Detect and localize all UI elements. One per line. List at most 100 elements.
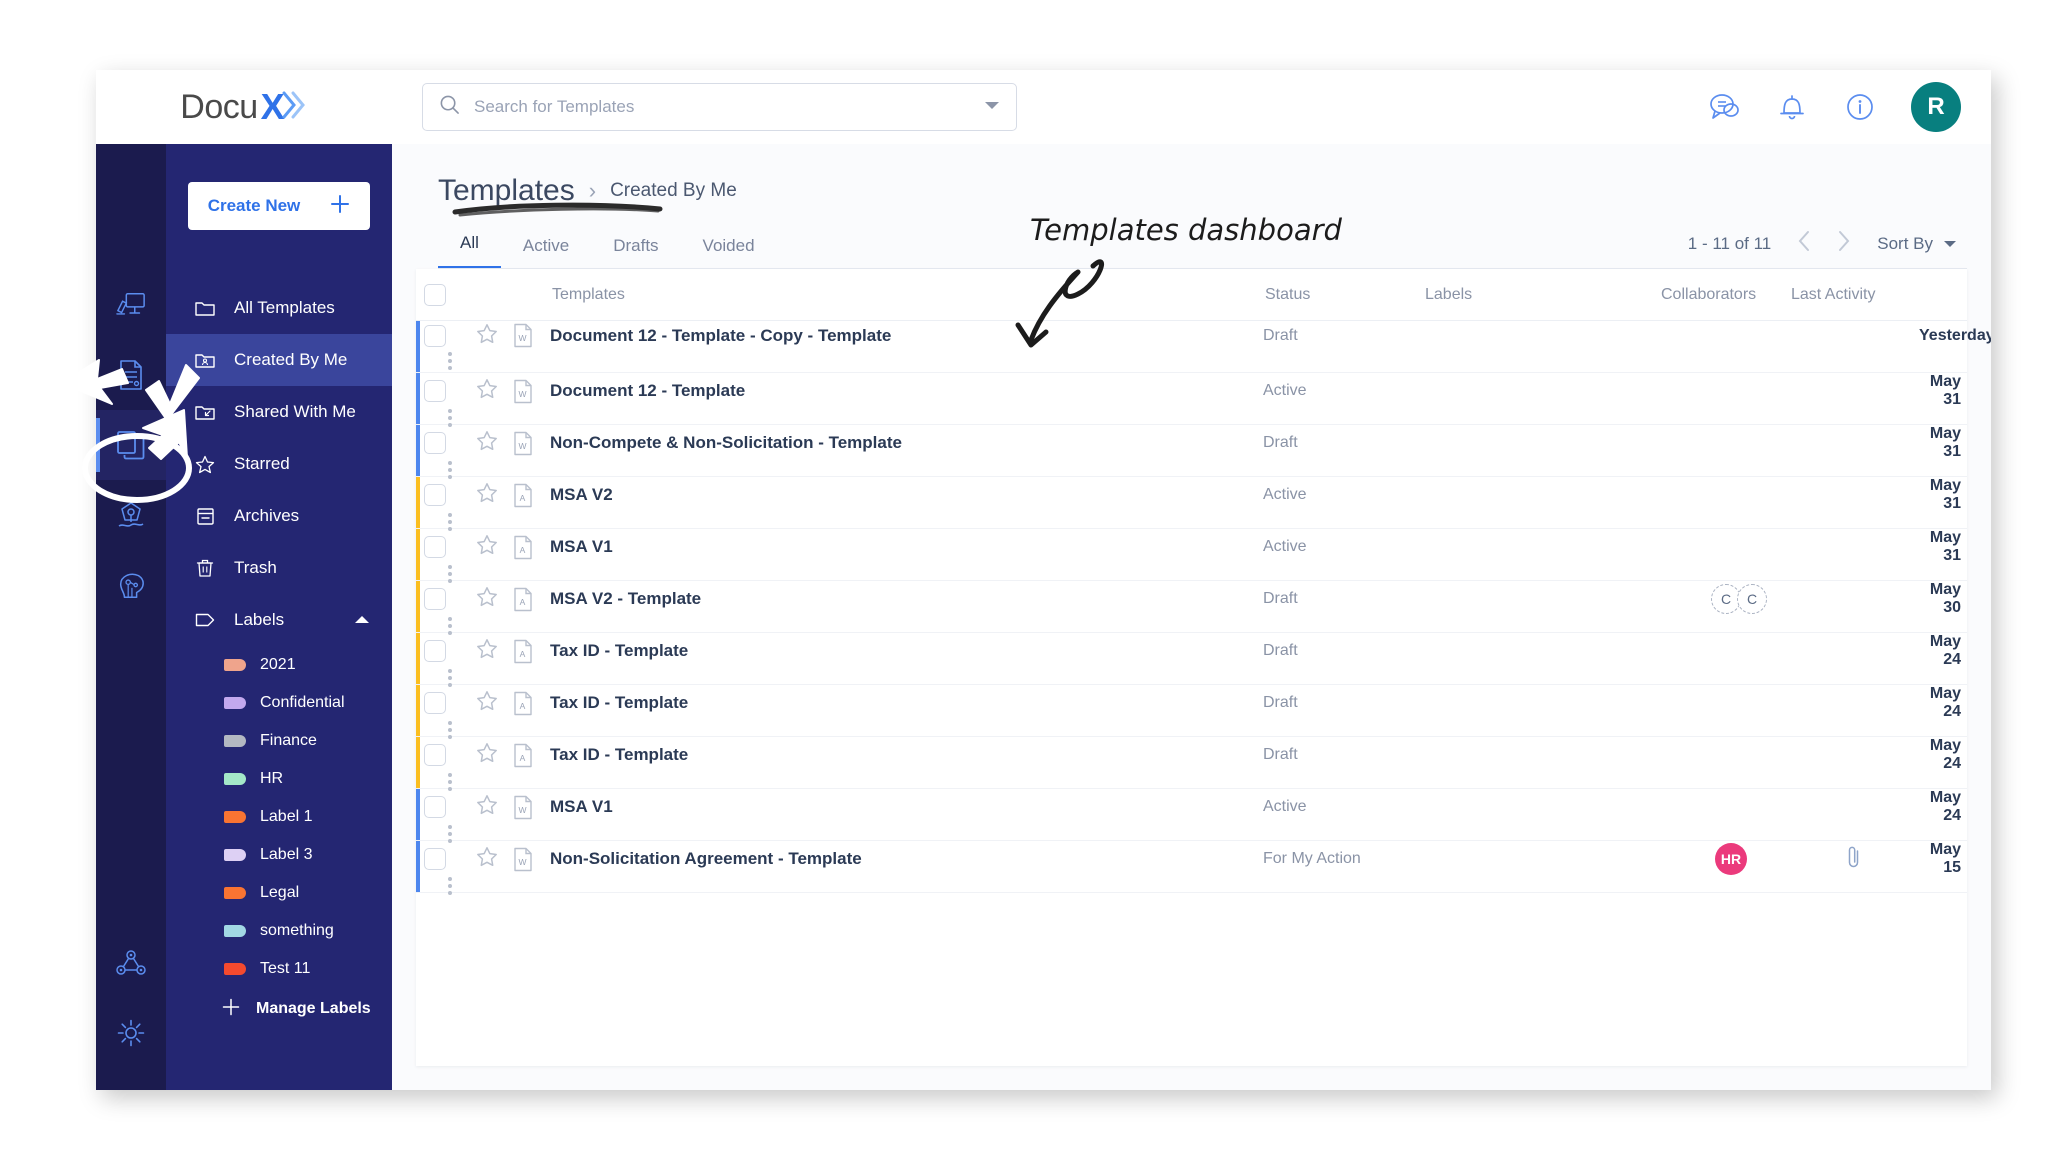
template-name[interactable]: Document 12 - Template - Copy - Template xyxy=(550,326,1263,346)
row-checkbox[interactable] xyxy=(424,796,446,818)
star-icon[interactable] xyxy=(476,534,512,560)
label-item-label-1[interactable]: Label 1 xyxy=(166,798,392,836)
sort-by-label: Sort By xyxy=(1877,233,1933,253)
chevron-up-icon[interactable] xyxy=(354,610,370,630)
star-icon[interactable] xyxy=(476,430,512,456)
table-row[interactable]: A Tax ID - Template Draft May 24 xyxy=(416,737,1967,791)
star-icon[interactable] xyxy=(476,482,512,508)
star-icon[interactable] xyxy=(476,846,512,872)
template-name[interactable]: MSA V2 xyxy=(550,485,1263,505)
sidebar-item-shared-with-me[interactable]: Shared With Me xyxy=(166,386,392,438)
page-title[interactable]: Templates xyxy=(438,174,575,208)
label-item-something[interactable]: something xyxy=(166,912,392,950)
star-icon[interactable] xyxy=(476,690,512,716)
template-name[interactable]: Document 12 - Template xyxy=(550,381,1263,401)
row-checkbox[interactable] xyxy=(424,432,446,454)
tab-voided[interactable]: Voided xyxy=(681,236,777,269)
sidebar-item-archives[interactable]: Archives xyxy=(166,490,392,542)
rail-templates-icon[interactable] xyxy=(96,410,166,480)
template-name[interactable]: Non-Compete & Non-Solicitation - Templat… xyxy=(550,433,1263,453)
template-name[interactable]: Tax ID - Template xyxy=(550,745,1263,765)
table-row[interactable]: A MSA V2 Active May 31 xyxy=(416,477,1967,531)
breadcrumb: Templates › Created By Me xyxy=(416,144,1967,208)
rail-settings-gear-icon[interactable] xyxy=(96,998,166,1068)
tab-drafts[interactable]: Drafts xyxy=(591,236,680,269)
sidebar-label: Labels xyxy=(234,610,285,629)
collaborator-avatar[interactable]: C xyxy=(1737,584,1767,614)
label-item-finance[interactable]: Finance xyxy=(166,722,392,760)
table-row[interactable]: W Document 12 - Template - Copy - Templat… xyxy=(416,321,1991,373)
label-item-2021[interactable]: 2021 xyxy=(166,646,392,684)
star-icon[interactable] xyxy=(476,794,512,820)
row-checkbox[interactable] xyxy=(424,324,446,347)
table-row[interactable]: A Tax ID - Template Draft May 24 xyxy=(416,633,1967,687)
chevron-left-icon[interactable] xyxy=(1797,230,1811,257)
sidebar-item-starred[interactable]: Starred xyxy=(166,438,392,490)
select-all-checkbox[interactable] xyxy=(424,283,446,306)
row-checkbox[interactable] xyxy=(424,380,446,402)
rail-ai-brain-icon[interactable] xyxy=(96,550,166,620)
row-checkbox[interactable] xyxy=(424,484,446,506)
label-item-label-3[interactable]: Label 3 xyxy=(166,836,392,874)
star-icon[interactable] xyxy=(476,638,512,664)
star-icon xyxy=(194,455,216,474)
label-item-hr[interactable]: HR xyxy=(166,760,392,798)
sidebar-item-trash[interactable]: Trash xyxy=(166,542,392,594)
table-row[interactable]: W MSA V1 Active May 24 xyxy=(416,789,1967,843)
notification-bell-icon[interactable] xyxy=(1775,90,1809,124)
template-name[interactable]: MSA V2 - Template xyxy=(550,589,1263,609)
star-icon[interactable] xyxy=(476,586,512,612)
archive-icon xyxy=(194,507,216,526)
tab-active[interactable]: Active xyxy=(501,236,591,269)
rail-documents-icon[interactable] xyxy=(96,340,166,410)
star-icon[interactable] xyxy=(476,378,512,404)
row-checkbox[interactable] xyxy=(424,692,446,714)
search-input[interactable] xyxy=(474,97,984,117)
table-row[interactable]: W Non-Compete & Non-Solicitation - Templa… xyxy=(416,425,1967,479)
template-name[interactable]: Tax ID - Template xyxy=(550,693,1263,713)
search-dropdown-chevron-icon[interactable] xyxy=(984,98,1000,116)
rail-dashboard-icon[interactable] xyxy=(96,270,166,340)
row-checkbox[interactable] xyxy=(424,588,446,610)
manage-labels-button[interactable]: Manage Labels xyxy=(166,988,392,1030)
table-row[interactable]: A MSA V1 Active May 31 xyxy=(416,529,1967,583)
template-name[interactable]: MSA V1 xyxy=(550,537,1263,557)
table-row[interactable]: W Document 12 - Template Active May 31 xyxy=(416,373,1967,427)
rail-workflow-network-icon[interactable] xyxy=(96,928,166,998)
search-bar[interactable] xyxy=(422,83,1017,131)
row-checkbox[interactable] xyxy=(424,744,446,766)
collaborator-avatar[interactable]: HR xyxy=(1715,843,1747,875)
row-checkbox[interactable] xyxy=(424,640,446,662)
template-name[interactable]: Tax ID - Template xyxy=(550,641,1263,661)
template-name[interactable]: Non-Solicitation Agreement - Template xyxy=(550,849,1263,869)
template-name[interactable]: MSA V1 xyxy=(550,797,1263,817)
tab-all[interactable]: All xyxy=(438,233,501,269)
table-row[interactable]: W Non-Solicitation Agreement - Template Fo… xyxy=(416,841,1967,895)
info-circle-icon[interactable] xyxy=(1843,90,1877,124)
rail-signature-pen-icon[interactable] xyxy=(96,480,166,550)
brand-logo[interactable]: Docu X xyxy=(96,70,392,144)
label-item-legal[interactable]: Legal xyxy=(166,874,392,912)
user-avatar[interactable]: R xyxy=(1911,82,1961,132)
row-more-options-icon[interactable] xyxy=(424,352,476,371)
sidebar-item-labels[interactable]: Labels xyxy=(166,594,392,646)
star-icon[interactable] xyxy=(476,742,512,768)
star-icon[interactable] xyxy=(476,323,512,349)
label-item-test-11[interactable]: Test 11 xyxy=(166,950,392,988)
word-document-icon: W xyxy=(512,431,550,456)
table-row[interactable]: A MSA V2 - Template Draft C C May 30 xyxy=(416,581,1967,635)
chevron-right-icon[interactable] xyxy=(1837,230,1851,257)
sidebar-item-all-templates[interactable]: All Templates xyxy=(166,282,392,334)
chat-bubbles-icon[interactable] xyxy=(1707,90,1741,124)
row-checkbox[interactable] xyxy=(424,536,446,558)
label-item-confidential[interactable]: Confidential xyxy=(166,684,392,722)
manage-labels-label: Manage Labels xyxy=(256,1000,371,1017)
row-checkbox[interactable] xyxy=(424,848,446,870)
table-row[interactable]: A Tax ID - Template Draft May 24 xyxy=(416,685,1967,739)
sort-by-dropdown[interactable]: Sort By xyxy=(1877,234,1957,254)
paperclip-icon[interactable] xyxy=(1846,844,1862,875)
row-more-options-icon[interactable] xyxy=(424,877,476,895)
create-new-button[interactable]: Create New xyxy=(188,182,370,230)
sidebar-label: Trash xyxy=(234,558,277,577)
sidebar-item-created-by-me[interactable]: Created By Me xyxy=(166,334,392,386)
